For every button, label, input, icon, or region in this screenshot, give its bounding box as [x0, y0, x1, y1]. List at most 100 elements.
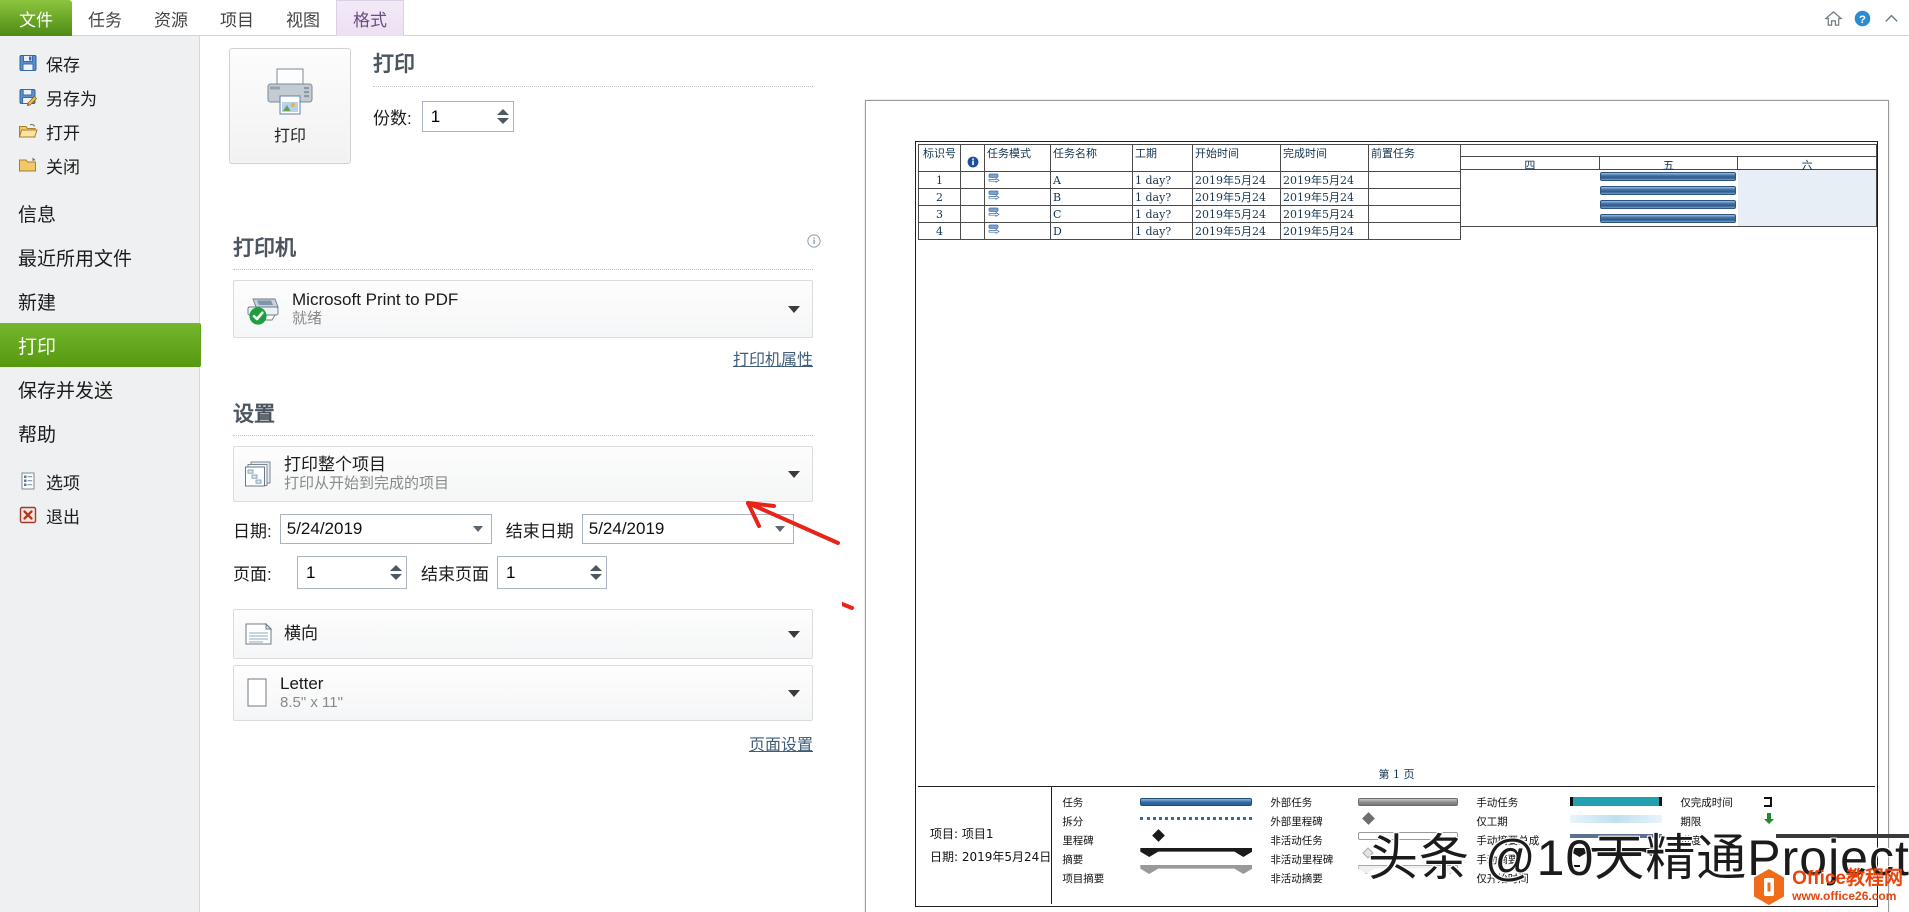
sidebar-item-exit[interactable]: 退出 [0, 498, 199, 532]
sidebar-item-close[interactable]: 关闭 [0, 148, 199, 182]
office-logo-icon [1754, 869, 1785, 905]
printer-select[interactable]: Microsoft Print to PDF 就绪 [233, 280, 813, 338]
tab-task[interactable]: 任务 [72, 0, 138, 36]
orientation-value: 横向 [284, 624, 318, 644]
sidebar-item-save-send-label: 保存并发送 [18, 380, 114, 402]
gantt-bar-task-c [1600, 200, 1736, 209]
tab-file[interactable]: 文件 [0, 0, 72, 36]
end-page-value: 1 [506, 562, 516, 582]
stepper-down-icon[interactable] [590, 574, 602, 580]
sidebar-item-recent[interactable]: 最近所用文件 [0, 235, 199, 279]
col-header-duration: 工期 [1132, 144, 1193, 172]
cell-id: 3 [918, 205, 961, 223]
sidebar-item-save-as-label: 另存为 [46, 89, 97, 109]
sidebar-item-new-label: 新建 [18, 292, 57, 314]
tab-view[interactable]: 视图 [270, 0, 336, 36]
date-label: 日期: [233, 521, 272, 541]
cell-predecessor [1368, 188, 1461, 206]
sidebar-item-info-label: 信息 [18, 204, 57, 226]
footer-project-line: 项目: 项目1 [930, 826, 994, 841]
copies-stepper[interactable]: 1 [421, 101, 514, 132]
save-as-icon [19, 89, 38, 107]
start-page-stepper-arrows[interactable] [390, 557, 402, 588]
legend-label-summary: 摘要 [1062, 854, 1084, 866]
stepper-down-icon[interactable] [496, 118, 509, 124]
sidebar-item-open[interactable]: 打开 [0, 114, 199, 148]
sidebar-item-save-send[interactable]: 保存并发送 [0, 367, 199, 411]
home-icon[interactable] [1824, 9, 1843, 28]
page-setup-link[interactable]: 页面设置 [749, 731, 813, 755]
start-date-input[interactable]: 5/24/2019 [279, 514, 492, 544]
page-marker: 第 1 页 [1378, 768, 1415, 781]
sidebar-item-open-label: 打开 [46, 123, 80, 143]
end-page-stepper[interactable]: 1 [497, 556, 607, 589]
cell-duration: 1 day? [1132, 171, 1193, 189]
red-arrow-annotation [746, 501, 840, 545]
cell-info [960, 171, 985, 189]
paper-size-title: Letter [280, 674, 324, 693]
sidebar-item-save[interactable]: 保存 [0, 46, 199, 80]
nonworking-shading [1737, 170, 1876, 226]
manual-task-icon [988, 190, 1000, 200]
tab-resource[interactable]: 资源 [138, 0, 204, 36]
sidebar-item-print[interactable]: 打印 [0, 323, 217, 367]
print-heading: 打印 [373, 53, 415, 76]
chevron-down-icon[interactable] [788, 470, 800, 478]
print-scope-select[interactable]: 打印整个项目 打印从开始到完成的项目 [233, 446, 813, 502]
ribbon-right-icons: ? [1824, 0, 1901, 36]
sidebar-item-info[interactable]: 信息 [0, 191, 199, 235]
info-icon[interactable] [807, 234, 821, 248]
copies-label: 份数: [373, 109, 412, 128]
orientation-select[interactable]: 横向 [233, 609, 813, 659]
start-date-value: 5/24/2019 [286, 519, 363, 538]
save-icon [19, 55, 37, 71]
col-header-name: 任务名称 [1050, 144, 1133, 172]
minimize-ribbon-icon[interactable] [1882, 9, 1901, 28]
stepper-up-icon[interactable] [590, 565, 602, 571]
table-row: 4 D 1 day? 2019年5月24 2019年5月24 [918, 222, 1461, 240]
sidebar-item-options[interactable]: 选项 [0, 464, 199, 498]
printer-heading: 打印机 [233, 237, 296, 260]
paper-size-select[interactable]: Letter 8.5" x 11" [233, 665, 813, 721]
print-button[interactable]: 打印 [229, 48, 351, 164]
copies-stepper-arrows[interactable] [496, 102, 509, 131]
table-row: 1 A 1 day? 2019年5月24 2019年5月24 [918, 171, 1461, 189]
stepper-up-icon[interactable] [496, 109, 509, 115]
cell-mode [984, 205, 1051, 223]
stepper-up-icon[interactable] [390, 565, 402, 571]
tab-project-label: 项目 [220, 10, 254, 30]
cell-info [960, 188, 985, 206]
cell-start: 2019年5月24 [1192, 188, 1281, 206]
end-page-label: 结束页面 [421, 565, 489, 584]
tab-project[interactable]: 项目 [204, 0, 270, 36]
cell-name: C [1050, 205, 1133, 223]
sidebar-item-save-as[interactable]: 另存为 [0, 80, 199, 114]
paper-size-subtitle: 8.5" x 11" [280, 694, 343, 712]
stepper-down-icon[interactable] [390, 574, 402, 580]
chevron-down-icon[interactable] [472, 526, 483, 532]
printer-icon [267, 68, 313, 115]
end-page-stepper-arrows[interactable] [590, 557, 602, 588]
chevron-down-icon[interactable] [788, 630, 800, 638]
printer-properties-link[interactable]: 打印机属性 [733, 346, 813, 370]
chevron-down-icon[interactable] [788, 689, 800, 697]
cell-info [960, 222, 985, 240]
footer-project-info: 项目: 项目1 日期: 2019年5月24日 [918, 787, 1053, 904]
start-page-stepper[interactable]: 1 [297, 556, 407, 589]
gantt-bar-task-d [1600, 214, 1736, 223]
table-row: 2 B 1 day? 2019年5月24 2019年5月24 [918, 188, 1461, 206]
col-header-finish: 完成时间 [1280, 144, 1369, 172]
help-icon[interactable]: ? [1853, 9, 1872, 28]
chevron-down-icon[interactable] [788, 305, 800, 313]
footer-date-line: 日期: 2019年5月24日 [930, 849, 1052, 864]
tab-format[interactable]: 格式 [336, 0, 404, 36]
legend-col1-labels: 任务 拆分 里程碑 摘要 项目摘要 [1062, 795, 1138, 904]
end-date-label: 结束日期 [505, 521, 574, 541]
sidebar-item-help[interactable]: 帮助 [0, 411, 199, 455]
cell-finish: 2019年5月24 [1280, 188, 1369, 206]
preview-page[interactable]: 标识号 任务模式 任务名称 工期 开始时间 完成时间 前置任务 1 A 1 da… [865, 100, 1909, 912]
gantt-timeline: 四 五 六 [1461, 144, 1877, 227]
print-preview-area: 标识号 任务模式 任务名称 工期 开始时间 完成时间 前置任务 1 A 1 da… [842, 36, 1909, 912]
sidebar-item-new[interactable]: 新建 [0, 279, 199, 323]
timeline-header-thu: 四 [1461, 157, 1600, 172]
